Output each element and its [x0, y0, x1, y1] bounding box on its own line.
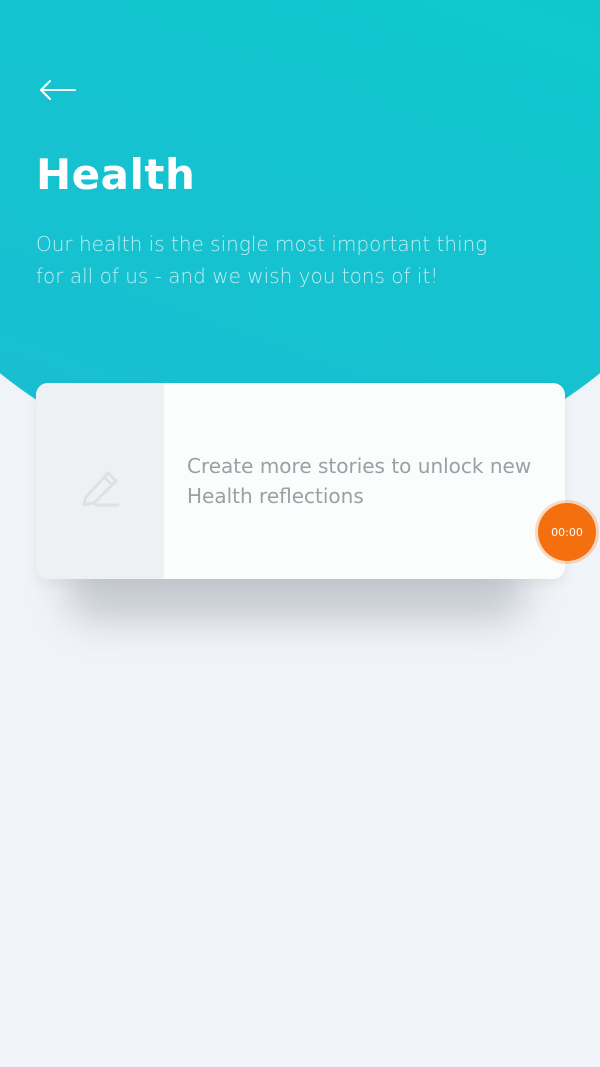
locked-reflections-card[interactable]: Create more stories to unlock new Health…: [36, 383, 565, 579]
page-title: Health: [36, 150, 196, 199]
timer-badge[interactable]: 00:00: [538, 503, 596, 561]
card-icon-panel: [36, 383, 164, 579]
back-button[interactable]: [34, 72, 82, 108]
page-description: Our health is the single most important …: [36, 232, 488, 288]
arrow-left-icon: [40, 80, 76, 100]
card-message: Create more stories to unlock new Health…: [187, 454, 532, 508]
pencil-icon: [82, 471, 120, 507]
